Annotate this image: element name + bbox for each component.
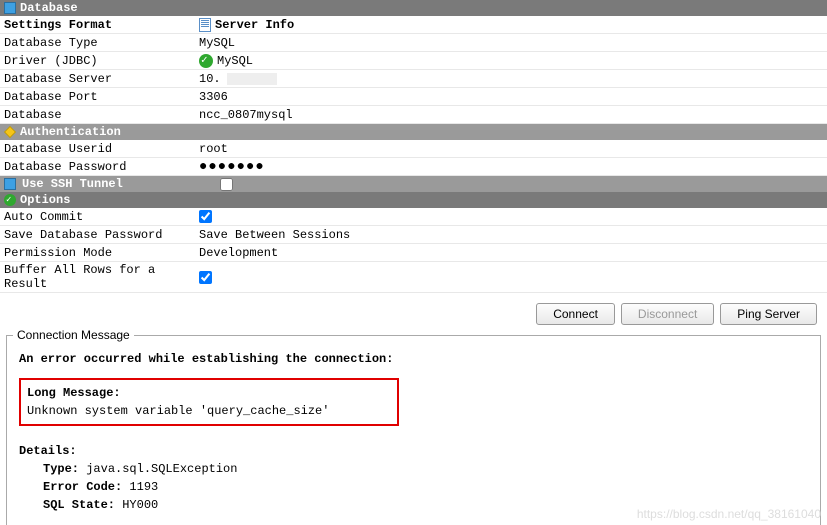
long-message-value: Unknown system variable 'query_cache_siz…: [27, 402, 391, 420]
userid-label: Database Userid: [4, 142, 199, 156]
detail-sqlstate-value: HY000: [122, 498, 158, 512]
ssh-checkbox[interactable]: [220, 178, 233, 191]
driver-label: Driver (JDBC): [4, 54, 199, 68]
row-userid: Database Userid root: [0, 140, 827, 158]
server-label: Database Server: [4, 72, 199, 86]
driver-value: MySQL: [217, 54, 253, 68]
port-label: Database Port: [4, 90, 199, 104]
connect-button[interactable]: Connect: [536, 303, 615, 325]
watermark: https://blog.csdn.net/qq_38161040: [637, 507, 821, 521]
message-area: An error occurred while establishing the…: [17, 344, 810, 520]
row-database-name: Database ncc_0807mysql: [0, 106, 827, 124]
section-header-auth: Authentication: [0, 124, 827, 140]
section-title: Authentication: [20, 125, 121, 139]
database-value: ncc_0807mysql: [199, 108, 293, 122]
ping-server-button[interactable]: Ping Server: [720, 303, 817, 325]
error-summary: An error occurred while establishing the…: [19, 350, 808, 368]
connection-message-panel: Connection Message An error occurred whi…: [6, 335, 821, 525]
server-value: 10.: [199, 72, 221, 86]
section-header-options: Options: [0, 192, 827, 208]
userid-value: root: [199, 142, 228, 156]
autocommit-label: Auto Commit: [4, 210, 199, 224]
row-savepwd: Save Database Password Save Between Sess…: [0, 226, 827, 244]
long-message-highlight: Long Message: Unknown system variable 'q…: [19, 378, 399, 426]
tunnel-icon: [4, 178, 16, 190]
row-db-type: Database Type MySQL: [0, 34, 827, 52]
settings-format-value: Server Info: [215, 18, 294, 32]
disconnect-button: Disconnect: [621, 303, 714, 325]
row-port: Database Port 3306: [0, 88, 827, 106]
long-message-label: Long Message:: [27, 384, 391, 402]
database-label: Database: [4, 108, 199, 122]
autocommit-checkbox[interactable]: [199, 210, 212, 223]
db-type-label: Database Type: [4, 36, 199, 50]
db-type-value: MySQL: [199, 36, 235, 50]
detail-errcode-value: 1193: [129, 480, 158, 494]
port-value: 3306: [199, 90, 228, 104]
section-title: Options: [20, 193, 70, 207]
section-header-database: Database: [0, 0, 827, 16]
permission-value: Development: [199, 246, 278, 260]
section-title: Database: [20, 1, 78, 15]
settings-format-label: Settings Format: [4, 18, 199, 32]
buffer-label: Buffer All Rows for a Result: [4, 263, 199, 291]
connection-message-title: Connection Message: [13, 328, 134, 342]
row-settings-format: Settings Format Server Info: [0, 16, 827, 34]
redacted-block: [227, 73, 277, 85]
section-title: Use SSH Tunnel: [22, 177, 123, 191]
buffer-checkbox[interactable]: [199, 271, 212, 284]
savepwd-value: Save Between Sessions: [199, 228, 350, 242]
detail-type-label: Type:: [43, 462, 79, 476]
page-icon: [199, 18, 211, 32]
details-label: Details:: [19, 442, 808, 460]
detail-sqlstate-label: SQL State:: [43, 498, 115, 512]
row-permission: Permission Mode Development: [0, 244, 827, 262]
row-buffer: Buffer All Rows for a Result: [0, 262, 827, 293]
row-server: Database Server 10.: [0, 70, 827, 88]
section-header-ssh[interactable]: Use SSH Tunnel: [0, 176, 827, 192]
password-value: ●●●●●●●: [199, 161, 265, 173]
row-autocommit: Auto Commit: [0, 208, 827, 226]
check-icon: [199, 54, 213, 68]
database-icon: [4, 2, 16, 14]
row-password: Database Password ●●●●●●●: [0, 158, 827, 176]
password-label: Database Password: [4, 160, 199, 174]
key-icon: [4, 126, 16, 138]
detail-errcode-label: Error Code:: [43, 480, 122, 494]
row-driver: Driver (JDBC) MySQL: [0, 52, 827, 70]
permission-label: Permission Mode: [4, 246, 199, 260]
checkmark-icon: [4, 194, 16, 206]
savepwd-label: Save Database Password: [4, 228, 199, 242]
detail-type-value: java.sql.SQLException: [86, 462, 237, 476]
